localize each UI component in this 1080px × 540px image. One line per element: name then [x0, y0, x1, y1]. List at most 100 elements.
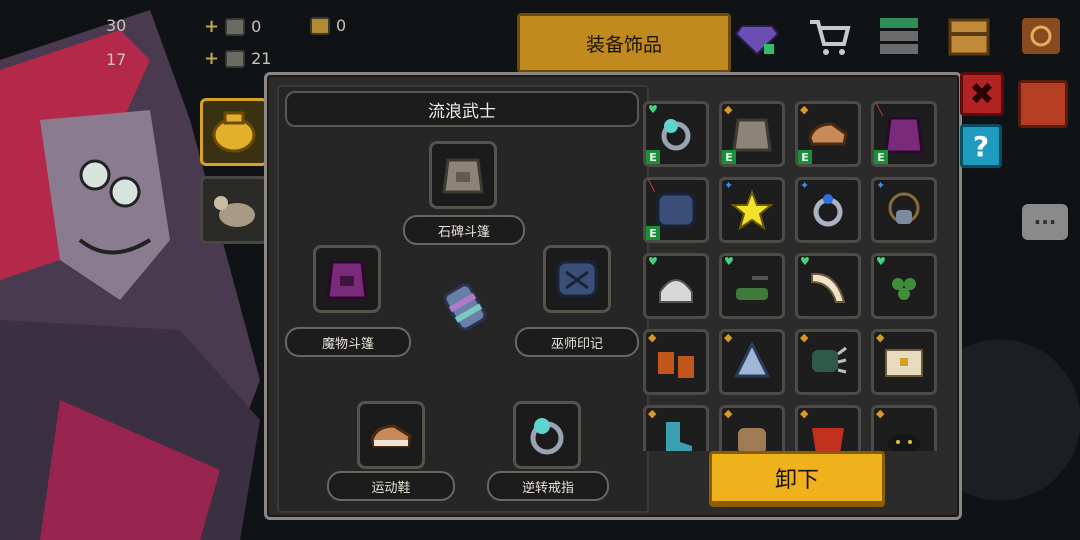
equipped-badge: E: [798, 150, 812, 164]
inventory-item[interactable]: ♥ E: [643, 101, 709, 167]
plus-icon: +: [204, 16, 220, 37]
material-counter-2: + 21: [204, 48, 271, 69]
inventory-item[interactable]: ◆: [719, 405, 785, 451]
wizard-mark-icon: [556, 260, 598, 298]
equip-slot-right[interactable]: [543, 245, 611, 313]
accessory-category-button[interactable]: [200, 98, 268, 166]
reverse-ring-icon: [661, 119, 691, 151]
shield-icon: ◆: [648, 407, 657, 420]
glove-icon: [738, 428, 766, 451]
equipped-badge: E: [874, 150, 888, 164]
unequip-button[interactable]: 卸下: [709, 451, 885, 507]
sneakers-icon: [808, 122, 848, 146]
star-badge-icon: ✦: [876, 179, 886, 192]
equip-label-right: 巫师印记: [515, 327, 639, 357]
equipped-badge: E: [722, 150, 736, 164]
inventory-item[interactable]: ╲ E: [871, 101, 937, 167]
storage-icon[interactable]: [876, 14, 922, 58]
gold-armor-icon: [212, 111, 256, 153]
wizard-mark-icon: [656, 192, 696, 228]
inventory-item[interactable]: ◆: [643, 329, 709, 395]
spiked-helmet-icon: [659, 279, 693, 303]
tab-equip-accessories-label: 装备饰品: [585, 33, 662, 56]
close-icon: ✖: [969, 76, 995, 112]
heart-icon: ♥: [648, 255, 658, 268]
material-3-count: 0: [336, 16, 347, 35]
inventory-item[interactable]: ◆: [795, 329, 861, 395]
unequip-button-label: 卸下: [774, 467, 819, 493]
material-icon: [225, 17, 246, 36]
settings-icon[interactable]: [1018, 14, 1064, 58]
monster-cloak-icon: [326, 260, 368, 300]
heart-icon: ♥: [724, 255, 734, 268]
material-counter-1: + 0: [204, 16, 261, 37]
envelope-icon: [885, 349, 923, 377]
villain-portrait: [0, 10, 260, 540]
shield-icon: ◆: [724, 407, 733, 420]
rat-icon: [214, 196, 255, 227]
material-icon: [225, 49, 246, 68]
pet-category-button[interactable]: [200, 176, 268, 244]
chat-icon[interactable]: ···: [1022, 204, 1068, 240]
character-name-plate: 流浪武士: [285, 91, 639, 127]
hud-stat-1-value: 30: [106, 16, 127, 35]
material-2-count: 21: [251, 49, 272, 68]
shadow-cat-icon: [888, 434, 920, 451]
help-button[interactable]: ?: [960, 124, 1002, 168]
equip-slot-left[interactable]: [313, 245, 381, 313]
inventory-item[interactable]: ◆: [871, 329, 937, 395]
gift-icon[interactable]: [1018, 80, 1068, 128]
blue-ring-icon: [813, 194, 843, 227]
cart-icon[interactable]: [806, 14, 852, 58]
equip-label-left-text: 魔物斗篷: [321, 336, 374, 352]
material-1-count: 0: [251, 17, 262, 36]
inventory-item[interactable]: ✦: [871, 177, 937, 243]
inventory-item[interactable]: ✦: [795, 177, 861, 243]
equip-slot-bottom-left[interactable]: [357, 401, 425, 469]
inventory-item[interactable]: ◆: [643, 405, 709, 451]
equip-slot-top[interactable]: [429, 141, 497, 209]
close-button[interactable]: ✖: [960, 72, 1004, 116]
inventory-item[interactable]: ♥: [795, 253, 861, 319]
equip-label-right-text: 巫师印记: [550, 336, 603, 352]
inventory-item[interactable]: ◆ E: [795, 101, 861, 167]
plus-icon: +: [204, 48, 220, 69]
inventory-item[interactable]: ╲ E: [643, 177, 709, 243]
tab-equip-accessories[interactable]: 装备饰品: [517, 13, 731, 73]
shield-icon: ◆: [876, 407, 885, 420]
star-icon: [730, 189, 774, 231]
tank-icon: [736, 276, 768, 300]
shield-icon: ◆: [800, 407, 809, 420]
battery-capsule-icon: [443, 283, 487, 331]
sneakers-icon: [370, 424, 412, 448]
inventory-item[interactable]: ♥: [871, 253, 937, 319]
equipped-weapon[interactable]: [435, 277, 495, 337]
equip-label-bottom-left: 运动鞋: [327, 471, 455, 501]
shield-icon: ◆: [800, 331, 809, 344]
heart-icon: ♥: [876, 255, 886, 268]
equipped-badge: E: [646, 226, 660, 240]
inventory-item[interactable]: ◆: [719, 329, 785, 395]
equip-label-left: 魔物斗篷: [285, 327, 411, 357]
chest-icon[interactable]: [946, 14, 992, 58]
inventory-item[interactable]: ◆: [795, 405, 861, 451]
equip-slot-bottom-right[interactable]: [513, 401, 581, 469]
shield-icon: ◆: [648, 331, 657, 344]
stone-cloak-icon: [442, 158, 484, 194]
stone-cloak-icon: [732, 118, 772, 152]
boot-icon: [666, 422, 692, 451]
clover-icon: [892, 278, 916, 300]
inventory-item[interactable]: ◆: [871, 405, 937, 451]
monster-cloak-icon: [884, 116, 924, 154]
inventory-item[interactable]: ◆ E: [719, 101, 785, 167]
gem-icon[interactable]: [734, 14, 780, 58]
skull-necklace-icon: [888, 192, 920, 224]
star-badge-icon: ✦: [800, 179, 810, 192]
sword-icon: ╲: [648, 179, 655, 192]
shield-icon: ◆: [876, 331, 885, 344]
inventory-item[interactable]: ♥: [719, 253, 785, 319]
reverse-ring-icon: [530, 418, 564, 455]
star-badge-icon: ✦: [724, 179, 734, 192]
inventory-item[interactable]: ♥: [643, 253, 709, 319]
inventory-item[interactable]: ✦: [719, 177, 785, 243]
